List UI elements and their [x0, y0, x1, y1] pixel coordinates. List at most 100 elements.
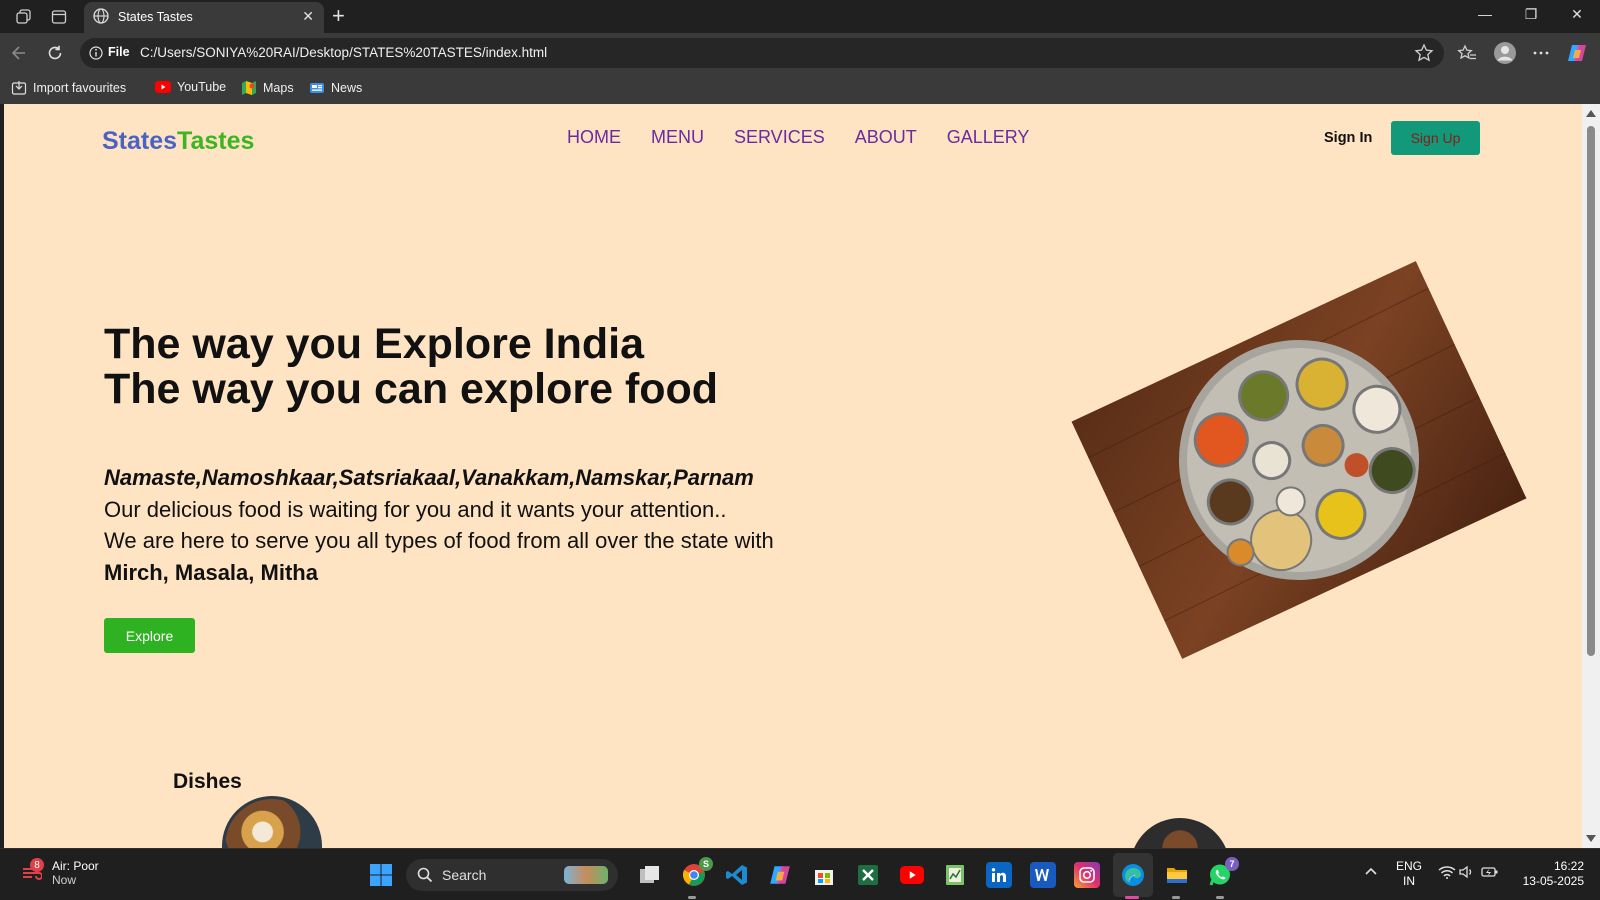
air-quality-icon: 8	[20, 858, 44, 884]
restore-icon[interactable]: ❐	[1516, 6, 1546, 23]
active-tab[interactable]: States Tastes ✕	[84, 2, 324, 33]
linkedin-icon[interactable]	[986, 862, 1012, 888]
tab-title: States Tastes	[118, 10, 193, 24]
url-text[interactable]: C:/Users/SONIYA%20RAI/Desktop/STATES%20T…	[140, 45, 547, 60]
vertical-tabs-icon[interactable]	[48, 6, 70, 28]
more-options-icon[interactable]	[1530, 42, 1552, 64]
favourites-icon[interactable]	[1456, 42, 1478, 64]
file-explorer-icon[interactable]	[1164, 862, 1190, 888]
microsoft-store-icon[interactable]	[811, 862, 837, 888]
favourite-star-icon[interactable]	[1414, 43, 1434, 68]
back-arrow-icon[interactable]	[8, 42, 30, 64]
page-viewport: StatesTastes HOME MENU SERVICES ABOUT GA…	[4, 104, 1582, 848]
logo-states: States	[102, 127, 178, 155]
scroll-up-arrow-icon[interactable]	[1586, 110, 1596, 117]
volume-icon[interactable]	[1459, 865, 1475, 883]
thali-food-image	[1071, 260, 1527, 660]
fav-label: Maps	[263, 81, 294, 95]
start-windows-icon[interactable]	[368, 862, 394, 888]
fav-label: Import favourites	[33, 81, 127, 95]
dish-image-1[interactable]	[222, 796, 322, 848]
new-tab-icon[interactable]: +	[332, 3, 345, 29]
fav-label: News	[331, 81, 363, 95]
main-nav: HOME MENU SERVICES ABOUT GALLERY	[567, 127, 1029, 148]
vscode-icon[interactable]	[724, 862, 750, 888]
wifi-icon[interactable]	[1438, 865, 1456, 883]
copilot-icon[interactable]	[1566, 42, 1588, 64]
body-line-3: Mirch, Masala, Mitha	[104, 559, 318, 585]
workspaces-icon[interactable]	[13, 6, 35, 28]
profile-avatar-icon[interactable]	[1492, 40, 1518, 66]
url-scheme-label: File	[108, 45, 130, 59]
page-scrollbar[interactable]	[1582, 104, 1600, 848]
hero-heading: The way you Explore India The way you ca…	[104, 322, 718, 412]
sign-up-button[interactable]: Sign Up	[1391, 121, 1480, 155]
nav-services[interactable]: SERVICES	[734, 127, 825, 148]
globe-icon	[92, 7, 110, 30]
air-quality-time: Now	[52, 873, 77, 887]
region-code: IN	[1403, 874, 1415, 888]
air-quality-title: Air: Poor	[52, 859, 99, 873]
whatsapp-running-indicator	[1216, 896, 1224, 899]
dishes-heading: Dishes	[173, 770, 242, 793]
language-code: ENG	[1396, 859, 1423, 873]
nav-home[interactable]: HOME	[567, 127, 621, 148]
info-icon[interactable]	[89, 46, 103, 65]
notepad-chart-icon[interactable]	[942, 862, 968, 888]
import-icon	[11, 81, 27, 95]
explore-button[interactable]: Explore	[104, 618, 195, 653]
body-line-1: Our delicious food is waiting for you an…	[104, 496, 727, 522]
close-tab-icon[interactable]: ✕	[302, 8, 314, 25]
search-icon	[417, 867, 433, 888]
air-quality-widget[interactable]: 8 Air: Poor Now	[20, 858, 99, 887]
whatsapp-icon[interactable]: 7	[1207, 857, 1239, 888]
show-hidden-icons-chevron-icon[interactable]	[1364, 865, 1378, 880]
chrome-running-indicator	[688, 896, 696, 899]
greeting-text: Namaste,Namoshkaar,Satsriakaal,Vanakkam,…	[104, 465, 754, 490]
instagram-icon[interactable]	[1074, 862, 1100, 888]
search-placeholder: Search	[442, 867, 487, 883]
hero-line-2: The way you can explore food	[104, 365, 719, 413]
site-logo[interactable]: StatesTastes	[102, 127, 254, 156]
edge-icon[interactable]	[1120, 862, 1146, 888]
word-icon[interactable]	[1030, 862, 1056, 888]
search-highlight-image	[564, 866, 608, 884]
task-view-icon[interactable]	[637, 862, 663, 888]
window-close-icon[interactable]: ✕	[1562, 6, 1592, 23]
url-bar[interactable]: File C:/Users/SONIYA%20RAI/Desktop/STATE…	[80, 38, 1444, 68]
battery-charging-icon[interactable]	[1481, 865, 1499, 883]
dish-image-2[interactable]	[1130, 818, 1230, 848]
youtube-icon	[155, 81, 171, 93]
youtube-app-icon[interactable]	[899, 862, 925, 888]
nav-gallery[interactable]: GALLERY	[947, 127, 1030, 148]
nav-about[interactable]: ABOUT	[855, 127, 917, 148]
scroll-thumb[interactable]	[1587, 126, 1595, 656]
nav-menu[interactable]: MENU	[651, 127, 704, 148]
refresh-icon[interactable]	[44, 42, 66, 64]
fav-import-favourites[interactable]: Import favourites	[11, 80, 126, 96]
fav-maps[interactable]: Maps	[241, 80, 294, 96]
news-icon	[310, 83, 324, 93]
windows-taskbar: 8 Air: Poor Now Search S 7 ENG IN 16:22 …	[0, 848, 1600, 900]
whatsapp-badge: 7	[1225, 857, 1239, 871]
tab-bar: States Tastes ✕ + — ❐ ✕	[0, 0, 1600, 33]
clock-time: 16:22	[1553, 859, 1584, 873]
fav-label: YouTube	[177, 80, 227, 94]
hero-line-1: The way you Explore India	[104, 320, 645, 368]
chrome-icon[interactable]: S	[681, 857, 713, 888]
favourites-bar: Import favourites YouTube Maps News	[0, 73, 1600, 104]
edge-running-indicator	[1125, 896, 1139, 899]
excel-icon[interactable]	[855, 862, 881, 888]
minimize-icon[interactable]: —	[1470, 6, 1500, 22]
body-line-2: We are here to serve you all types of fo…	[104, 528, 774, 553]
clock[interactable]: 16:22 13-05-2025	[1516, 859, 1584, 889]
clock-date: 13-05-2025	[1522, 874, 1584, 888]
scroll-down-arrow-icon[interactable]	[1586, 835, 1596, 842]
hero-body: Namaste,Namoshkaar,Satsriakaal,Vanakkam,…	[104, 462, 774, 588]
language-indicator[interactable]: ENG IN	[1396, 859, 1422, 889]
fav-youtube[interactable]: YouTube	[155, 80, 226, 94]
taskbar-search[interactable]: Search	[406, 859, 618, 891]
copilot-app-icon[interactable]	[767, 862, 793, 888]
sign-in-link[interactable]: Sign In	[1324, 130, 1372, 146]
fav-news[interactable]: News	[309, 80, 362, 96]
